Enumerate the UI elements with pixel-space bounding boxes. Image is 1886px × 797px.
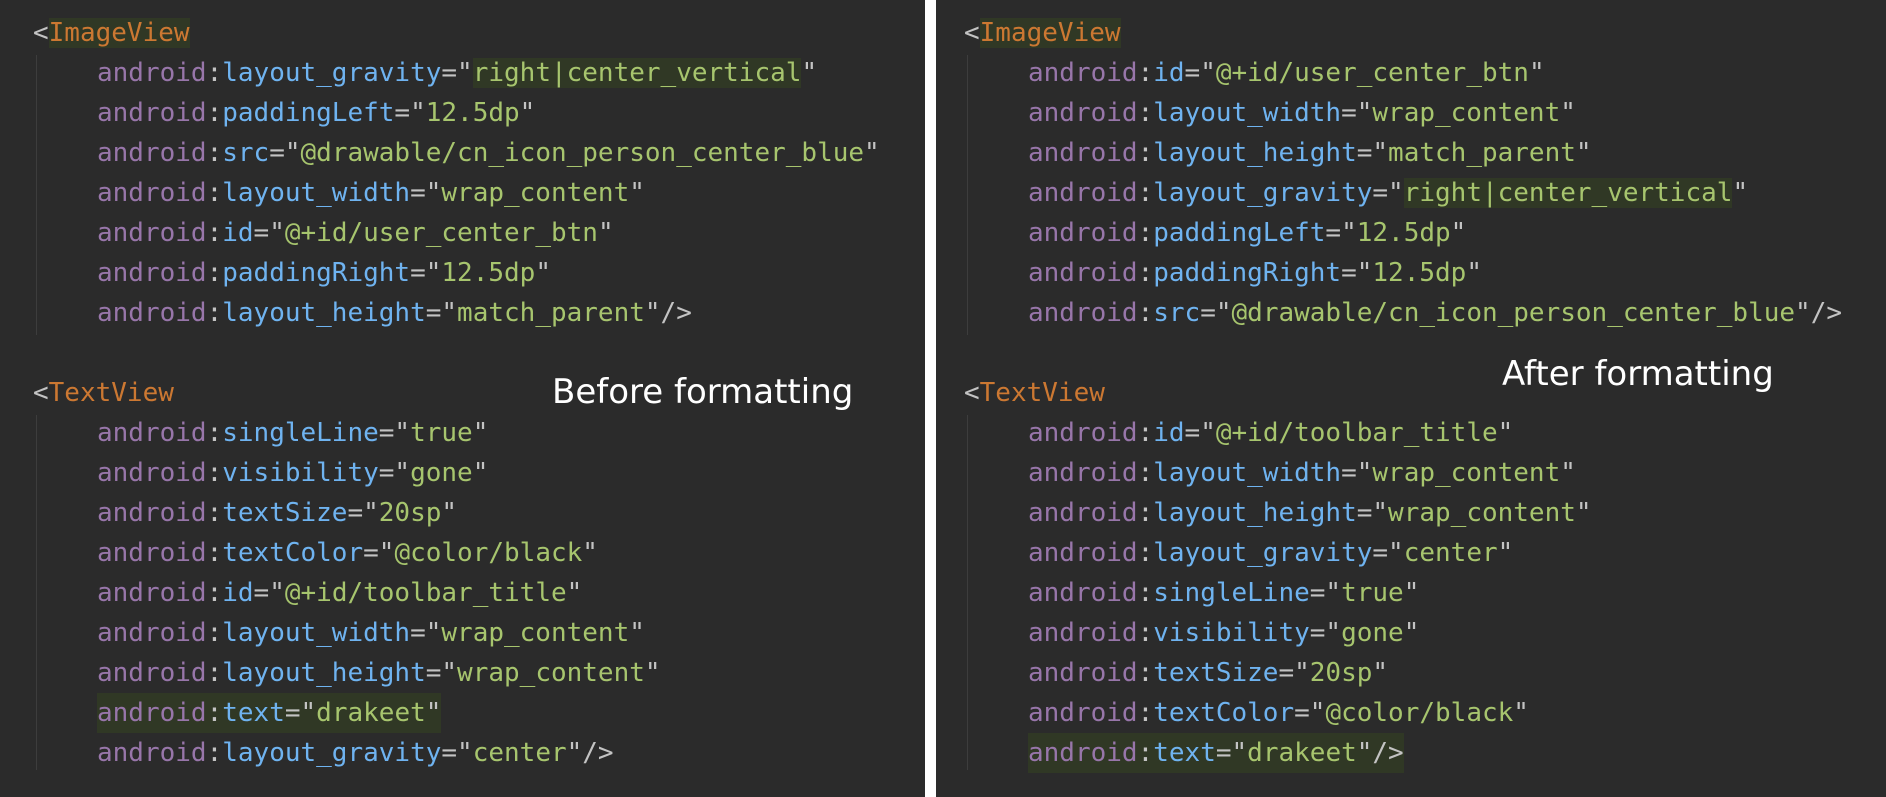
before-formatting-caption: Before formatting xyxy=(552,372,854,412)
textview-open-tag: <TextView xyxy=(964,378,1105,408)
attribute-line: android:paddingRight="12.5dp" xyxy=(1028,258,1482,288)
attribute-line: android:paddingLeft="12.5dp" xyxy=(97,98,536,128)
indent-guide xyxy=(36,415,37,770)
attribute-line: android:singleLine="true" xyxy=(97,418,489,448)
attribute-line: android:id="@+id/toolbar_title" xyxy=(97,578,583,608)
attribute-line: android:singleLine="true" xyxy=(1028,578,1420,608)
attribute-line: android:layout_width="wrap_content" xyxy=(97,178,645,208)
attribute-line: android:src="@drawable/cn_icon_person_ce… xyxy=(97,138,880,168)
indent-guide xyxy=(967,55,968,335)
attribute-line: android:layout_height="wrap_content" xyxy=(97,658,661,688)
attribute-line: android:textSize="20sp" xyxy=(1028,658,1389,688)
attribute-line-highlighted: android:text="drakeet"/> xyxy=(1028,733,1404,773)
attribute-line: android:layout_gravity="center" xyxy=(1028,538,1514,568)
attribute-line: android:layout_height="wrap_content" xyxy=(1028,498,1592,528)
tag-name: TextView xyxy=(979,378,1105,408)
indent-guide xyxy=(967,415,968,770)
attribute-line: android:layout_height="match_parent"/> xyxy=(97,298,692,328)
after-formatting-panel: <ImageView android:id="@+id/user_center_… xyxy=(936,0,1886,797)
tag-name: TextView xyxy=(48,378,174,408)
attribute-line: android:textColor="@color/black" xyxy=(97,538,598,568)
tag-name: ImageView xyxy=(979,18,1121,48)
attribute-line: android:layout_width="wrap_content" xyxy=(97,618,645,648)
attribute-line: android:layout_width="wrap_content" xyxy=(1028,458,1576,488)
attribute-line: android:id="@+id/toolbar_title" xyxy=(1028,418,1514,448)
attribute-line: android:layout_gravity="right|center_ver… xyxy=(1028,178,1749,208)
attribute-line: android:id="@+id/user_center_btn" xyxy=(97,218,614,248)
attribute-line: android:layout_gravity="right|center_ver… xyxy=(97,58,818,88)
attribute-line: android:layout_gravity="center"/> xyxy=(97,738,614,768)
attribute-line: android:paddingLeft="12.5dp" xyxy=(1028,218,1467,248)
attribute-line: android:textSize="20sp" xyxy=(97,498,458,528)
imageview-open-tag: <ImageView xyxy=(964,18,1121,48)
imageview-open-tag: <ImageView xyxy=(33,18,190,48)
panel-divider xyxy=(925,0,936,797)
attribute-line: android:id="@+id/user_center_btn" xyxy=(1028,58,1545,88)
before-formatting-panel: <ImageView android:layout_gravity="right… xyxy=(0,0,925,797)
indent-guide xyxy=(36,55,37,335)
textview-open-tag: <TextView xyxy=(33,378,174,408)
attribute-line: android:src="@drawable/cn_icon_person_ce… xyxy=(1028,298,1843,328)
after-formatting-caption: After formatting xyxy=(1502,354,1774,394)
attribute-line: android:paddingRight="12.5dp" xyxy=(97,258,551,288)
attribute-line: android:layout_height="match_parent" xyxy=(1028,138,1592,168)
attribute-line: android:textColor="@color/black" xyxy=(1028,698,1529,728)
attribute-line: android:visibility="gone" xyxy=(97,458,489,488)
attribute-line: android:layout_width="wrap_content" xyxy=(1028,98,1576,128)
tag-name: ImageView xyxy=(48,18,190,48)
attribute-line-highlighted: android:text="drakeet" xyxy=(97,693,442,733)
attribute-line: android:visibility="gone" xyxy=(1028,618,1420,648)
